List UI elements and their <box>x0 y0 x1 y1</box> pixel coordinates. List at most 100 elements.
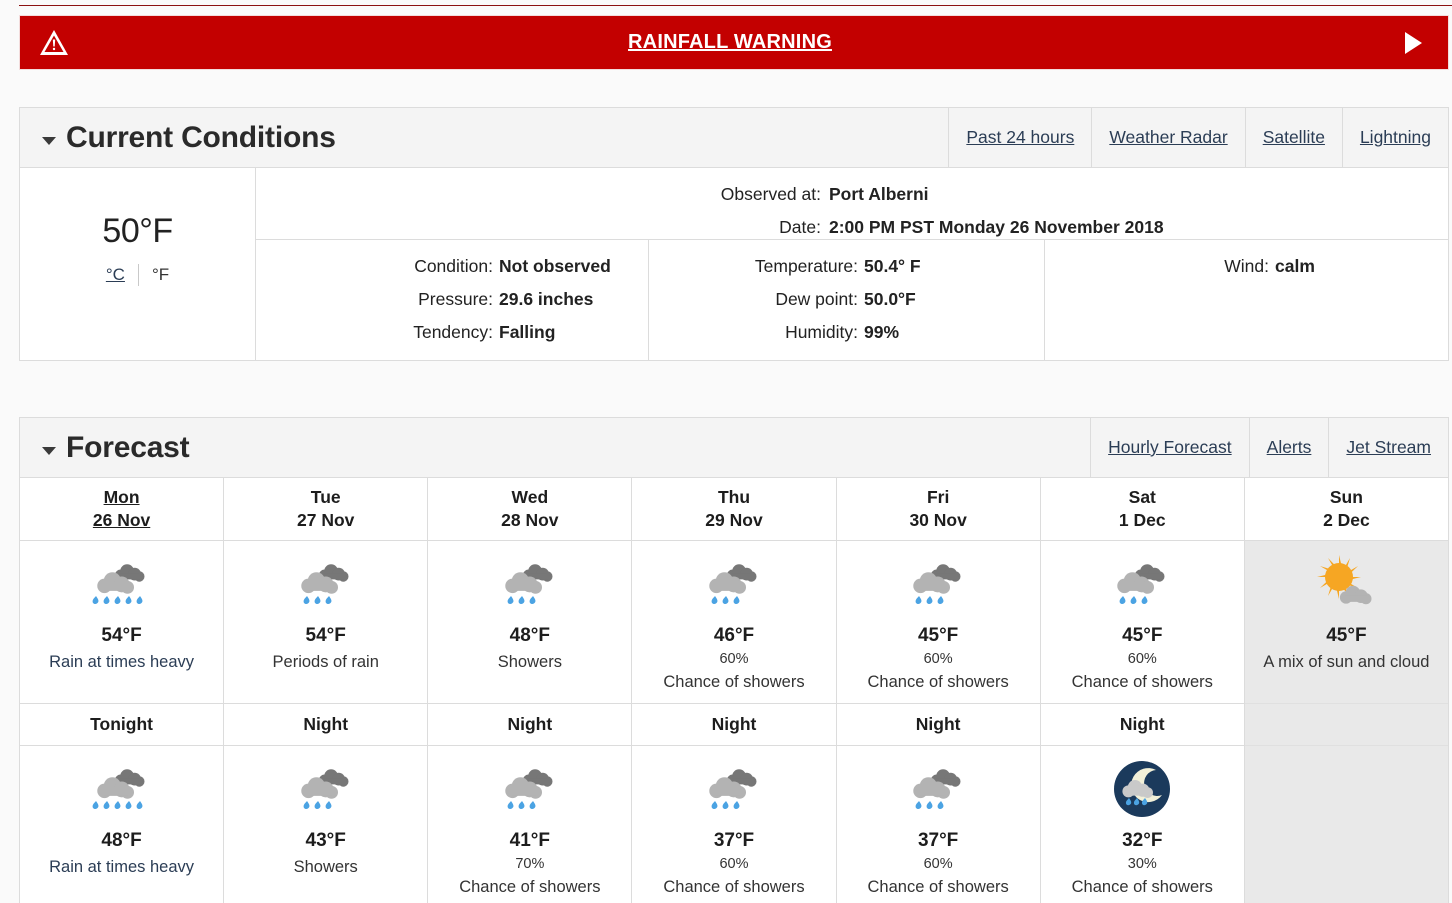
forecast-night-conditions: 37°F 60% Chance of showers <box>632 746 835 903</box>
forecast-date: 26 Nov <box>92 510 151 530</box>
rain-icon <box>900 756 976 828</box>
forecast-title[interactable]: Forecast <box>20 418 1090 477</box>
chevron-down-icon[interactable] <box>42 446 56 455</box>
night-rain-icon <box>1104 756 1180 828</box>
forecast-description: Periods of rain <box>272 653 379 671</box>
current-conditions-title-text: Current Conditions <box>66 120 336 154</box>
forecast-night-label: Night <box>836 704 1040 746</box>
forecast-description[interactable]: Rain at times heavy <box>45 857 198 877</box>
forecast-date: 30 Nov <box>909 510 967 530</box>
forecast-day-header: Wed 28 Nov <box>428 478 632 541</box>
precipitation-probability: 60% <box>923 651 953 667</box>
details-column-1: Condition: Not observed Pressure: 29.6 i… <box>256 240 649 360</box>
forecast-description: Showers <box>497 653 562 671</box>
unit-celsius-link[interactable]: °C <box>106 265 125 285</box>
forecast-weekday: Thu <box>717 487 751 507</box>
forecast-description: Chance of showers <box>1071 878 1213 896</box>
forecast-weekday: Wed <box>511 487 549 507</box>
forecast-day-header: Tue 27 Nov <box>224 478 428 541</box>
precipitation-probability: 30% <box>1127 856 1157 872</box>
forecast-description: Chance of showers <box>1071 673 1213 691</box>
condition-label: Condition: <box>414 256 493 276</box>
play-arrow-icon[interactable] <box>1378 30 1448 56</box>
forecast-temperature: 45°F <box>1326 625 1367 646</box>
humidity-value: 99% <box>864 322 900 342</box>
forecast-day-conditions: 54°F Periods of rain <box>224 541 428 704</box>
forecast-night-conditions: 32°F 30% Chance of showers <box>1041 746 1244 903</box>
forecast-day-conditions: 45°F 60% Chance of showers <box>836 541 1040 704</box>
link-jet-stream[interactable]: Jet Stream <box>1328 418 1448 477</box>
forecast-night-conditions: 41°F 70% Chance of showers <box>428 746 631 903</box>
pressure-value: 29.6 inches <box>499 289 594 309</box>
rain-icon <box>900 551 976 623</box>
weather-page: RAINFALL WARNING Current Conditions Past… <box>0 0 1452 903</box>
rain-icon <box>1104 551 1180 623</box>
tendency-label: Tendency: <box>413 322 493 342</box>
forecast-day-conditions: 46°F 60% Chance of showers <box>632 541 836 704</box>
forecast-temperature: 48°F <box>101 830 142 851</box>
rain-icon <box>288 756 364 828</box>
forecast-description: Chance of showers <box>663 878 805 896</box>
forecast-temperature: 48°F <box>509 625 551 646</box>
forecast-description: Chance of showers <box>867 673 1009 691</box>
wind-label: Wind: <box>1224 256 1269 276</box>
dew-point-value: 50.0°F <box>864 289 916 309</box>
pressure-label: Pressure: <box>418 289 493 309</box>
rainfall-warning-banner[interactable]: RAINFALL WARNING <box>19 15 1449 70</box>
current-conditions-links: Past 24 hours Weather Radar Satellite Li… <box>948 108 1448 167</box>
forecast-day-conditions: 45°F A mix of sun and cloud <box>1244 541 1448 704</box>
current-conditions-right: Observed at: Port Alberni Date: 2:00 PM … <box>256 168 1448 360</box>
observed-at-row: Observed at: Port Alberni <box>256 178 1448 211</box>
unit-toggle: °C °F <box>106 264 169 286</box>
detail-row-condition: Condition: Not observed <box>256 250 648 283</box>
forecast-date: 27 Nov <box>297 510 355 530</box>
link-weather-radar[interactable]: Weather Radar <box>1091 108 1244 167</box>
forecast-day-header[interactable]: Mon 26 Nov <box>20 478 224 541</box>
sun-cloud-icon <box>1308 551 1384 623</box>
rain-heavy-icon <box>84 551 160 623</box>
forecast-night-conditions <box>1244 746 1448 903</box>
observed-at-label: Observed at: <box>720 184 821 204</box>
precipitation-probability: 60% <box>1127 651 1157 667</box>
forecast-temperature: 32°F <box>1122 830 1163 851</box>
forecast-description[interactable]: Rain at times heavy <box>45 652 198 672</box>
precipitation-probability: 60% <box>719 651 749 667</box>
forecast-weekday: Tue <box>310 487 341 507</box>
forecast-temperature: 45°F <box>917 625 959 646</box>
forecast-night-label: Night <box>1040 704 1244 746</box>
forecast-column-tue: Tue 27 Nov 54°F Periods of rain Night 43°F Sho… <box>223 478 428 903</box>
chevron-down-icon[interactable] <box>42 136 56 145</box>
forecast-night-conditions: 37°F 60% Chance of showers <box>837 746 1040 903</box>
forecast-description: Chance of showers <box>459 878 601 896</box>
forecast-date: 29 Nov <box>705 510 763 530</box>
forecast-temperature: 54°F <box>305 625 346 646</box>
detail-row-pressure: Pressure: 29.6 inches <box>256 283 648 316</box>
alert-title[interactable]: RAINFALL WARNING <box>82 31 1378 54</box>
forecast-day-header: Sun 2 Dec <box>1244 478 1448 541</box>
forecast-temperature: 54°F <box>101 625 142 646</box>
link-lightning[interactable]: Lightning <box>1341 108 1448 167</box>
forecast-title-text: Forecast <box>66 430 190 464</box>
link-past-24-hours[interactable]: Past 24 hours <box>948 108 1091 167</box>
link-satellite[interactable]: Satellite <box>1244 108 1342 167</box>
forecast-temperature: 37°F <box>713 830 755 851</box>
unit-fahrenheit-label: °F <box>151 265 170 284</box>
precipitation-probability: 60% <box>719 856 749 872</box>
forecast-day-header: Fri 30 Nov <box>836 478 1040 541</box>
forecast-day-header: Sat 1 Dec <box>1040 478 1244 541</box>
forecast-night-label: Tonight <box>20 704 224 746</box>
details-column-2: Temperature: 50.4° F Dew point: 50.0°F H… <box>649 240 1045 360</box>
rain-icon <box>696 551 772 623</box>
forecast-weekday: Sun <box>1329 487 1363 507</box>
forecast-column-thu: Thu 29 Nov 46°F 60% Chance of showers Night 37… <box>631 478 836 903</box>
forecast-night-label: Night <box>224 704 428 746</box>
rain-heavy-icon <box>84 756 160 828</box>
link-alerts[interactable]: Alerts <box>1248 418 1329 477</box>
detail-row-temperature: Temperature: 50.4° F <box>649 250 1044 283</box>
current-temperature-value: 50°F <box>102 212 173 250</box>
temperature-value: 50.4° F <box>864 256 921 276</box>
forecast-night-conditions: 43°F Showers <box>224 746 427 903</box>
current-conditions-title[interactable]: Current Conditions <box>20 108 948 167</box>
rain-icon <box>492 551 568 623</box>
link-hourly-forecast[interactable]: Hourly Forecast <box>1090 418 1249 477</box>
